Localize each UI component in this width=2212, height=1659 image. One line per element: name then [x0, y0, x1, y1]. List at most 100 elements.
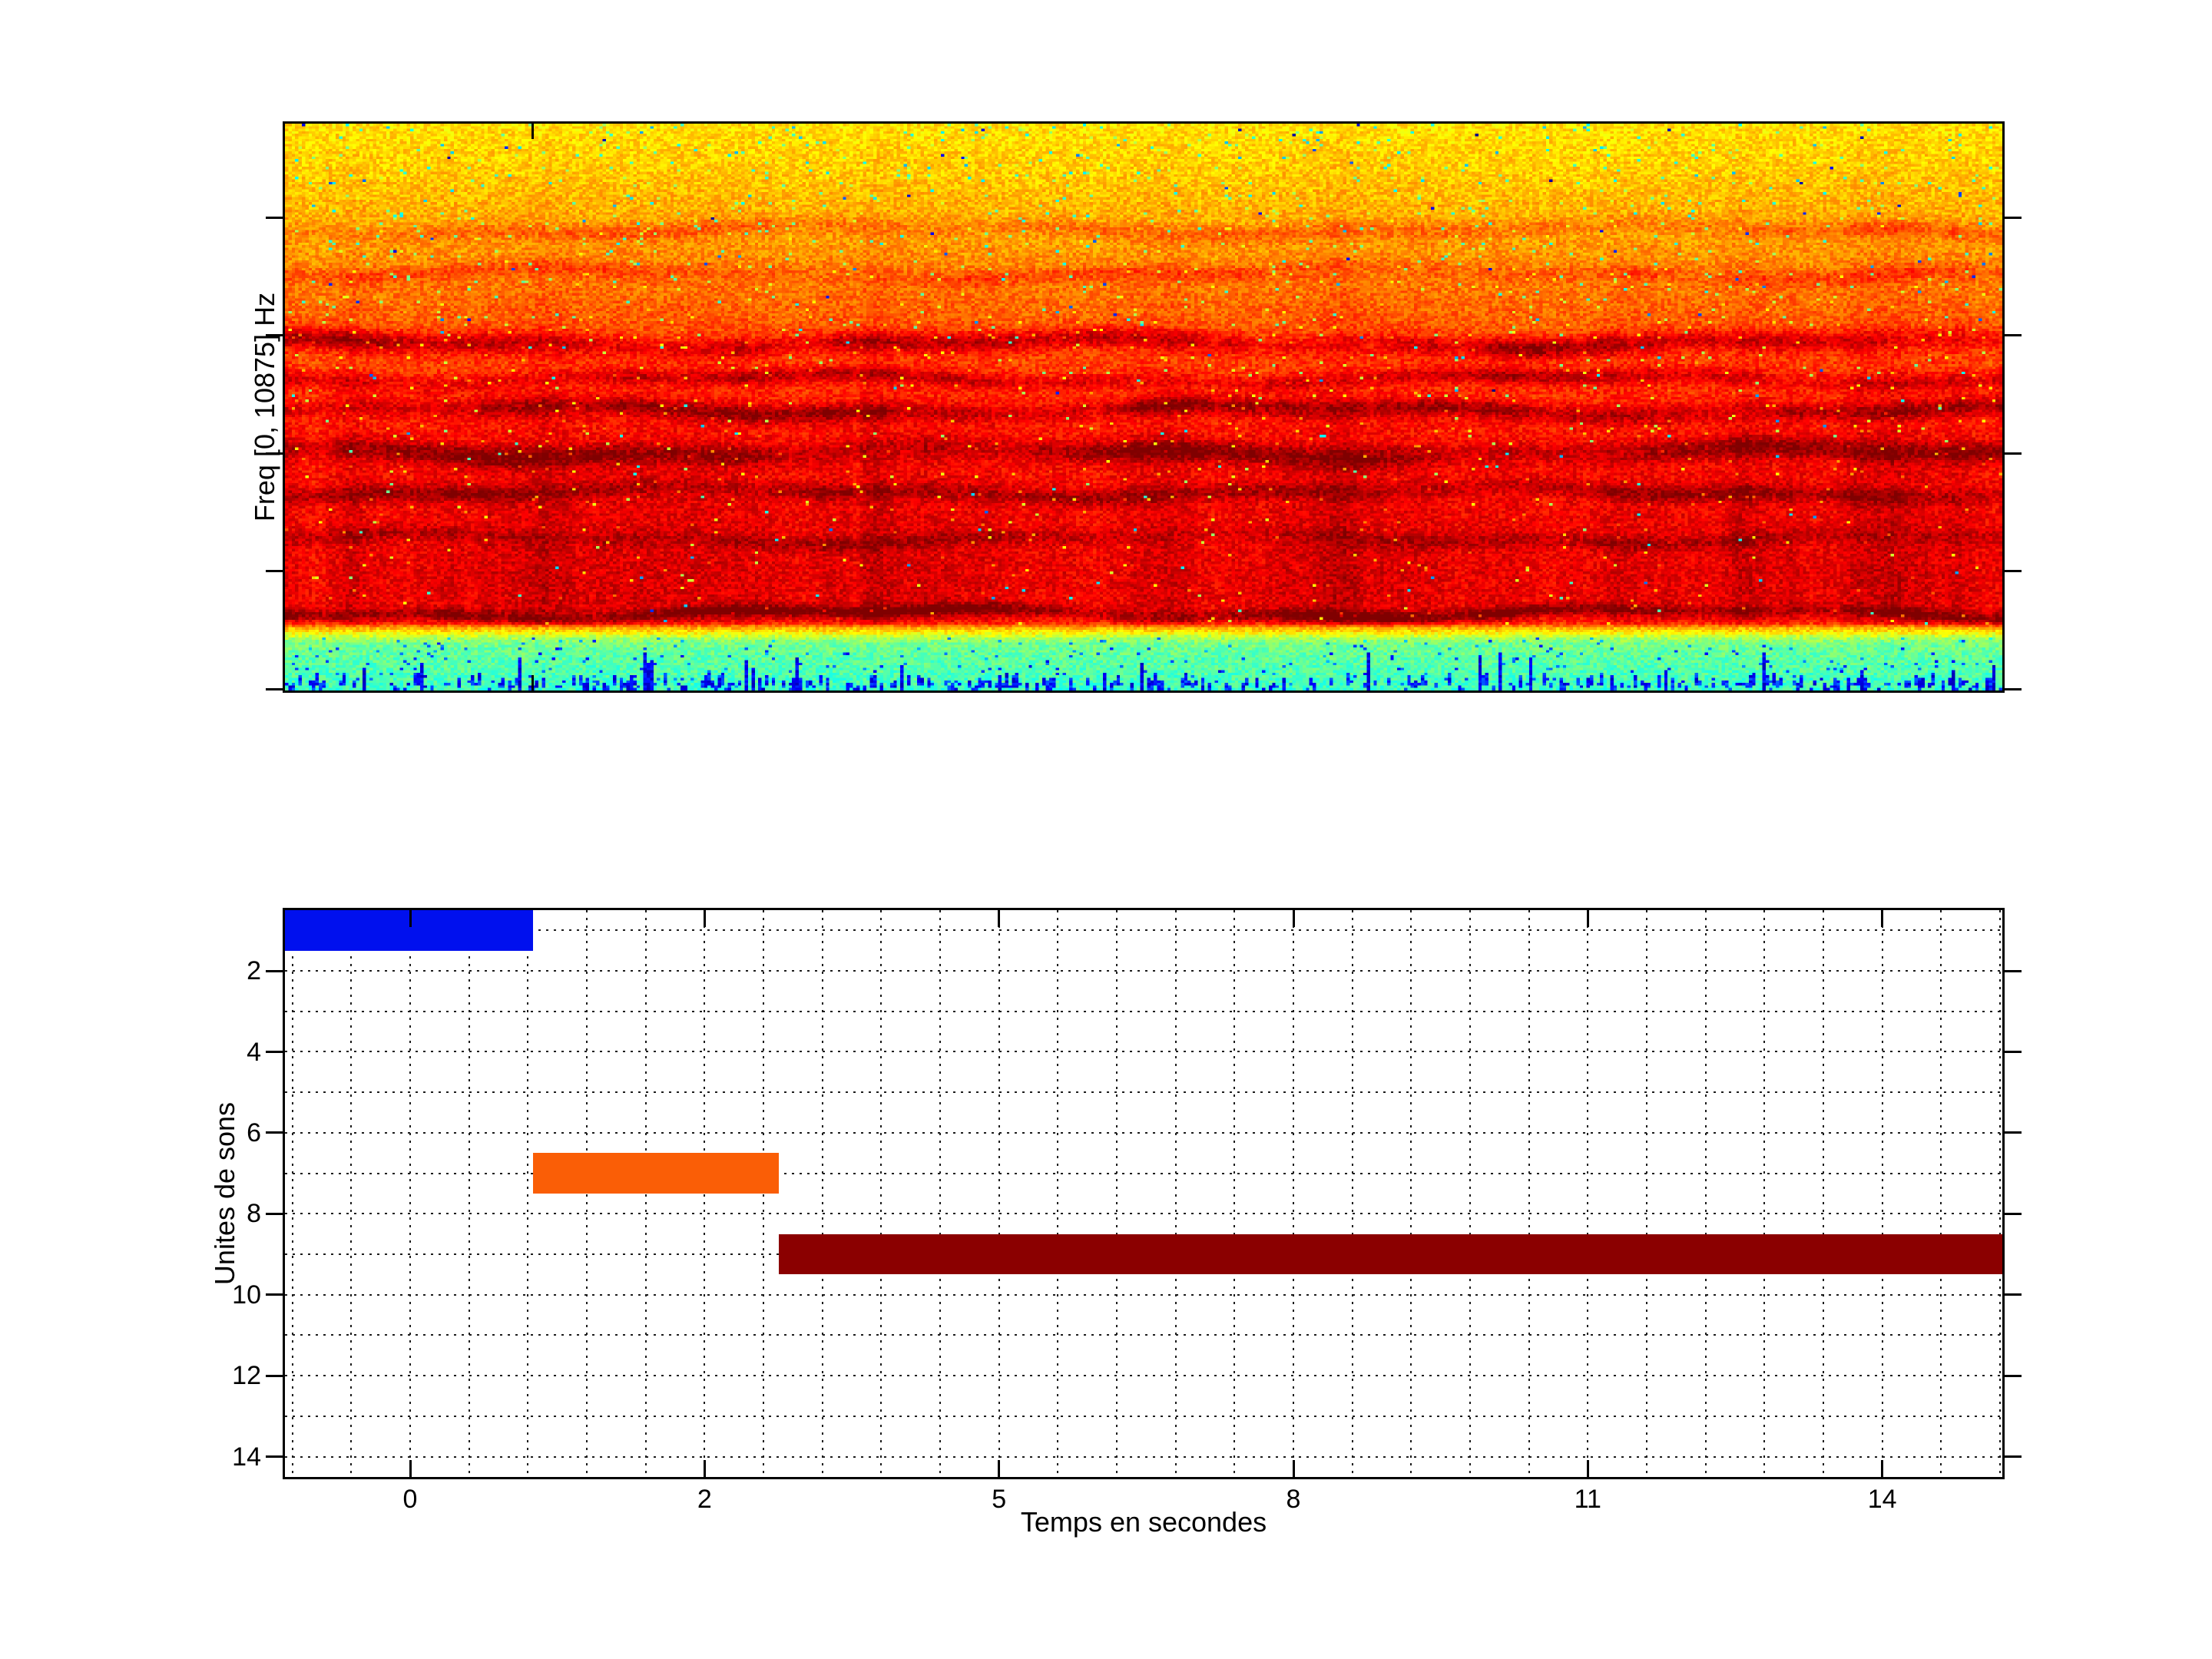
x-tick-top	[409, 910, 412, 927]
y-tick-left	[266, 1455, 283, 1459]
grid-vline	[350, 910, 353, 1477]
x-tick-top	[1586, 910, 1589, 927]
timeline-xlabel: Temps en secondes	[1020, 1506, 1267, 1538]
time-tick-top	[531, 124, 534, 139]
timeline-axes	[266, 908, 2022, 1479]
grid-vline	[763, 910, 765, 1477]
y-tick-label: 10	[232, 1280, 261, 1310]
timeline-bar-unite-7	[533, 1153, 779, 1194]
x-tick-top	[703, 910, 706, 927]
y-tick-left	[266, 1212, 283, 1215]
y-tick-right	[2005, 1131, 2022, 1134]
time-tick-bottom	[531, 675, 534, 690]
grid-vline	[291, 910, 293, 1477]
grid-hline	[285, 1415, 2002, 1417]
freq-tick-left	[266, 687, 283, 690]
grid-vline	[1233, 910, 1236, 1477]
y-tick-label: 4	[247, 1037, 261, 1067]
grid-hline	[285, 970, 2002, 972]
y-tick-right	[2005, 1051, 2022, 1053]
x-tick-bottom	[1586, 1460, 1589, 1477]
y-tick-right	[2005, 1212, 2022, 1215]
x-tick-top	[998, 910, 1001, 927]
x-tick-top	[1881, 910, 1884, 927]
grid-vline	[468, 910, 470, 1477]
grid-vline	[1116, 910, 1118, 1477]
spectrogram-ylabel: Freq [0, 10875] Hz	[249, 292, 280, 522]
freq-tick-right	[2005, 687, 2022, 690]
grid-hline	[285, 1010, 2002, 1012]
y-tick-label: 2	[247, 956, 261, 986]
y-tick-label: 12	[232, 1361, 261, 1391]
grid-vline	[1940, 910, 1942, 1477]
x-tick-bottom	[703, 1460, 706, 1477]
x-tick-label: 14	[1867, 1485, 1897, 1514]
figure-window: Freq [0, 10875] Hz Temps en secondes Uni…	[0, 0, 2212, 1659]
grid-vline	[880, 910, 882, 1477]
grid-vline	[1999, 910, 2002, 1477]
grid-hline	[285, 929, 2002, 932]
grid-hline	[285, 1293, 2002, 1296]
freq-tick-right	[2005, 569, 2022, 572]
grid-vline	[1057, 910, 1059, 1477]
grid-vline	[1528, 910, 1530, 1477]
y-tick-left	[266, 1374, 283, 1377]
grid-vline	[409, 910, 412, 1477]
grid-vline	[1646, 910, 1648, 1477]
grid-vline	[644, 910, 647, 1477]
grid-vline	[1704, 910, 1707, 1477]
grid-hline	[285, 1455, 2002, 1458]
y-tick-right	[2005, 969, 2022, 972]
grid-hline	[285, 1375, 2002, 1377]
grid-hline	[285, 1091, 2002, 1094]
x-tick-label: 11	[1574, 1485, 1601, 1514]
timeline-ylabel: Unites de sons	[209, 1101, 240, 1286]
grid-vline	[586, 910, 588, 1477]
x-tick-bottom	[1881, 1460, 1884, 1477]
grid-vline	[1881, 910, 1883, 1477]
freq-tick-left	[266, 569, 283, 572]
x-tick-label: 0	[402, 1485, 418, 1514]
grid-vline	[1174, 910, 1177, 1477]
y-tick-left	[266, 1051, 283, 1053]
x-tick-label: 8	[1286, 1485, 1301, 1514]
timeline-bar-unite-9	[779, 1233, 2002, 1275]
grid-vline	[527, 910, 529, 1477]
grid-hline	[285, 1131, 2002, 1134]
grid-vline	[939, 910, 942, 1477]
y-tick-label: 6	[247, 1118, 261, 1147]
grid-vline	[1351, 910, 1353, 1477]
x-tick-label: 2	[697, 1485, 712, 1514]
grid-vline	[1410, 910, 1412, 1477]
x-tick-label: 5	[992, 1485, 1007, 1514]
grid-vline	[1469, 910, 1472, 1477]
y-tick-label: 8	[247, 1199, 261, 1229]
grid-hline	[285, 1051, 2002, 1053]
x-tick-bottom	[998, 1460, 1001, 1477]
x-tick-bottom	[1292, 1460, 1295, 1477]
y-tick-left	[266, 969, 283, 972]
freq-tick-left	[266, 216, 283, 219]
y-tick-label: 14	[232, 1442, 261, 1472]
grid-vline	[704, 910, 706, 1477]
freq-tick-right	[2005, 216, 2022, 219]
spectrogram-axes	[266, 121, 2022, 693]
x-tick-bottom	[409, 1460, 412, 1477]
freq-tick-right	[2005, 333, 2022, 336]
spectrogram-image	[285, 124, 2002, 690]
grid-vline	[821, 910, 823, 1477]
y-tick-right	[2005, 1374, 2022, 1377]
grid-vline	[1763, 910, 1766, 1477]
grid-vline	[1823, 910, 1825, 1477]
freq-tick-right	[2005, 452, 2022, 455]
y-tick-right	[2005, 1293, 2022, 1296]
grid-hline	[285, 1213, 2002, 1215]
y-tick-left	[266, 1293, 283, 1296]
y-tick-left	[266, 1131, 283, 1134]
grid-vline	[1587, 910, 1589, 1477]
grid-vline	[998, 910, 1000, 1477]
grid-vline	[1293, 910, 1295, 1477]
x-tick-top	[1292, 910, 1295, 927]
grid-hline	[285, 1334, 2002, 1336]
y-tick-right	[2005, 1455, 2022, 1459]
